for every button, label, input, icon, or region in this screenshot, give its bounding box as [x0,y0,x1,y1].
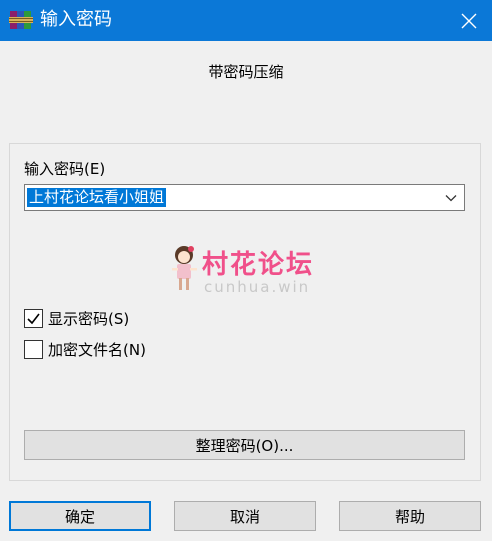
checkbox-label: 显示密码(S) [48,309,130,328]
help-button[interactable]: 帮助 [339,501,481,531]
password-combobox[interactable]: 上村花论坛看小姐姐 [24,184,465,211]
cancel-button[interactable]: 取消 [174,501,316,531]
close-button[interactable] [446,0,492,41]
title-bar: 输入密码 [0,0,492,41]
watermark-url: cunhua.win [204,278,311,296]
encrypt-filenames-checkbox[interactable]: 加密文件名(N) [24,338,146,360]
dialog-subtitle: 带密码压缩 [208,63,284,81]
chevron-down-icon[interactable] [444,191,458,205]
checkbox-box[interactable] [24,308,43,328]
girl-mascot-icon [172,246,197,290]
show-password-checkbox[interactable]: 显示密码(S) [24,307,129,329]
password-input[interactable]: 上村花论坛看小姐姐 [27,188,167,207]
close-icon [461,13,477,28]
watermark-title: 村花论坛 [202,250,315,280]
checkbox-label: 加密文件名(N) [48,340,146,359]
watermark: 村花论坛 cunhua.win [170,244,330,300]
password-label: 输入密码(E) [24,160,106,178]
checkbox-box[interactable] [24,339,43,359]
organize-passwords-button[interactable]: 整理密码(O)... [24,430,465,460]
winrar-icon [9,11,33,29]
window-title: 输入密码 [40,9,112,30]
ok-button[interactable]: 确定 [9,501,151,531]
checkmark-icon [27,313,40,324]
